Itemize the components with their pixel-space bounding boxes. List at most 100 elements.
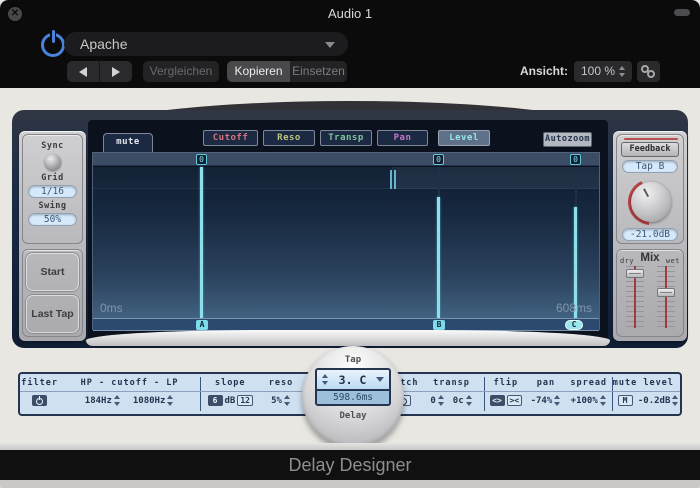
tap-delay-time-field[interactable]: 598.6ms	[317, 389, 389, 404]
stepper-icon[interactable]	[466, 395, 473, 406]
feedback-knob[interactable]	[628, 179, 674, 225]
tap-selector: 3. C 598.6ms	[315, 368, 391, 406]
stepper-icon[interactable]	[167, 395, 174, 406]
preset-dropdown[interactable]: Apache	[64, 32, 348, 56]
slope-unit: dB	[225, 396, 236, 406]
stepper-icon[interactable]	[672, 395, 679, 406]
last-tap-button[interactable]: Last Tap	[26, 295, 79, 333]
slope-label: slope	[215, 378, 246, 388]
tap-b-marker[interactable]: B	[433, 320, 445, 330]
mute-button[interactable]: M	[618, 395, 633, 406]
tap-a-marker[interactable]: A	[196, 320, 208, 330]
stepper-icon[interactable]	[284, 395, 291, 406]
tap-b-zero-flag[interactable]: 0	[433, 154, 444, 165]
footer-bottom-trim	[0, 480, 700, 488]
slope-12db-button[interactable]: 12	[237, 395, 253, 406]
tab-reso[interactable]: Reso	[263, 130, 315, 146]
paste-button[interactable]: Einsetzen	[290, 61, 347, 82]
wet-slider[interactable]	[657, 266, 675, 328]
tap-screen: 0 0 0 0ms 608ms A B C	[92, 152, 600, 330]
flip-label: flip	[494, 378, 518, 388]
dry-slider[interactable]	[626, 266, 644, 328]
wet-label: wet	[666, 257, 680, 265]
spread-label: spread	[570, 378, 607, 388]
stepper-icon[interactable]	[114, 395, 121, 406]
compare-button[interactable]: Vergleichen	[143, 61, 219, 82]
feedback-button[interactable]: Feedback	[621, 142, 679, 157]
mix-group: dry Mix wet	[616, 249, 684, 337]
feedback-tap-select[interactable]: Tap B	[622, 160, 678, 173]
overview-band	[392, 167, 599, 189]
level-field[interactable]: -0.2dB	[638, 396, 671, 406]
mini-tap-tick	[394, 170, 396, 189]
tap-delay-medallion: Tap 3. C 598.6ms Delay	[302, 346, 404, 448]
tap-b-level-bar[interactable]	[437, 197, 440, 318]
copy-button[interactable]: Kopieren	[227, 61, 290, 82]
spread-field[interactable]: +100%	[571, 396, 598, 406]
tab-pan[interactable]: Pan	[377, 130, 428, 146]
tap-c-marker-selected[interactable]: C	[565, 320, 583, 330]
arrow-left-icon	[79, 67, 87, 77]
transp-cent-field[interactable]: 0c	[453, 396, 464, 406]
hp-cutoff-field[interactable]: 184Hz	[85, 396, 112, 406]
cutoff-label: HP - cutoff - LP	[81, 378, 179, 388]
grid-value-field[interactable]: 1/16	[28, 185, 77, 198]
feedback-indicator	[624, 138, 678, 140]
dry-slider-handle[interactable]	[626, 269, 644, 278]
sync-toggle-button[interactable]	[45, 154, 61, 170]
next-preset-button[interactable]	[100, 61, 132, 82]
reso-field[interactable]: 5%	[271, 396, 282, 406]
tab-transp[interactable]: Transp	[320, 130, 372, 146]
tap-a-level-bar[interactable]	[200, 167, 203, 318]
lp-cutoff-field[interactable]: 1080Hz	[133, 396, 166, 406]
flip-inverted-button[interactable]: ><	[507, 395, 523, 406]
pan-field[interactable]: -74%	[531, 396, 553, 406]
tap-display: mute Cutoff Reso Transp Pan Level Autozo…	[88, 120, 608, 342]
plugin-name: Delay Designer	[0, 450, 700, 480]
footer-trim	[0, 443, 700, 450]
stepper-icon[interactable]	[322, 374, 329, 385]
window-title: Audio 1	[0, 6, 700, 21]
chevron-down-icon	[325, 42, 335, 48]
chain-link-icon	[641, 65, 655, 78]
delay-label: Delay	[339, 411, 366, 421]
chevron-down-icon	[376, 377, 384, 382]
prev-preset-button[interactable]	[67, 61, 100, 82]
tap-level-area: 0ms 608ms	[93, 167, 599, 318]
feedback-mix-panel: Feedback Tap B -21.0dB dry Mix wet	[613, 131, 687, 341]
tab-cutoff[interactable]: Cutoff	[203, 130, 258, 146]
stepper-icon[interactable]	[438, 395, 445, 406]
filter-power-button[interactable]	[32, 395, 47, 406]
swing-value-field[interactable]: 50%	[28, 213, 77, 226]
sync-label: Sync	[23, 141, 82, 151]
autozoom-button[interactable]: Autozoom	[543, 132, 592, 147]
wet-slider-handle[interactable]	[657, 288, 675, 297]
tap-a-zero-flag[interactable]: 0	[196, 154, 207, 165]
feedback-amount-field[interactable]: -21.0dB	[622, 228, 678, 241]
view-zoom-value: 100 %	[581, 64, 615, 78]
tab-level[interactable]: Level	[438, 130, 490, 146]
view-label: Ansicht:	[520, 64, 568, 78]
filter-label: filter	[21, 378, 58, 388]
slope-6db-button[interactable]: 6	[208, 395, 223, 406]
flip-normal-button[interactable]: <>	[490, 395, 505, 406]
copy-paste-group: Kopieren Einsetzen	[227, 61, 347, 82]
stepper-icon[interactable]	[554, 395, 561, 406]
arrow-right-icon	[112, 67, 120, 77]
time-start-label: 0ms	[100, 301, 123, 315]
time-end-label: 608ms	[556, 301, 592, 315]
window-widget-icon[interactable]	[674, 9, 690, 16]
swing-label: Swing	[23, 201, 82, 211]
link-button[interactable]	[637, 61, 660, 82]
stepper-icon[interactable]	[619, 66, 626, 77]
mini-tap-tick	[390, 170, 392, 189]
sync-panel: Sync Grid 1/16 Swing 50% Start Last Tap	[19, 131, 86, 341]
start-button[interactable]: Start	[26, 253, 79, 291]
tap-select-dropdown[interactable]: 3. C	[317, 370, 389, 389]
tab-mute[interactable]: mute	[103, 133, 153, 152]
sync-group: Sync Grid 1/16 Swing 50%	[22, 134, 83, 244]
stepper-icon[interactable]	[600, 395, 607, 406]
view-zoom-select[interactable]: 100 %	[574, 61, 632, 82]
tap-c-zero-flag[interactable]: 0	[570, 154, 581, 165]
transp-semi-field[interactable]: 0	[430, 396, 435, 406]
